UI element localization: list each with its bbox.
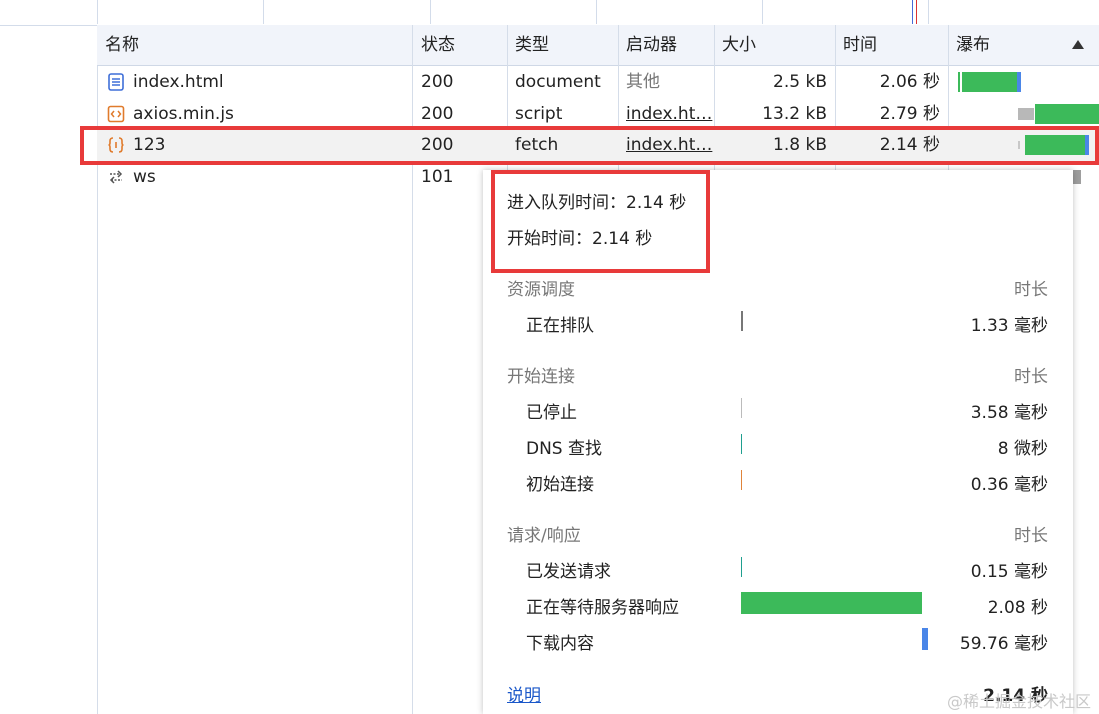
waterfall-waiting-bar [1035,104,1099,124]
watermark: @稀土掘金技术社区 [946,692,1091,711]
overview-gridline [928,0,929,24]
waterfall-download-bar [1017,72,1021,92]
timing-bar-initial-connection [741,470,742,490]
duration-label: 时长 [1014,367,1048,387]
request-initiator: 其他 [626,72,660,92]
timing-label-stalled: 已停止 [526,403,577,423]
timing-bar-dns [741,434,742,454]
section-title-request-response: 请求/响应 [507,526,581,546]
request-row[interactable]: index.html 200 document 其他 2.5 kB 2.06 秒 [97,66,1099,98]
request-name[interactable]: index.html [125,66,413,98]
scrollbar-thumb[interactable] [1073,170,1081,184]
request-name[interactable]: ws [125,161,413,193]
column-header-type[interactable]: 类型 [507,25,618,65]
column-header-name[interactable]: 名称 [97,25,413,65]
timing-value-request-sent: 0.15 毫秒 [970,562,1048,582]
request-size: 2.5 kB [773,72,827,92]
script-icon [107,105,125,123]
timing-value-content-download: 59.76 毫秒 [959,634,1048,654]
highlight-box-start-times [491,170,710,273]
websocket-icon [109,170,123,184]
timing-bar-queueing [741,311,743,331]
timing-value-initial-connection: 0.36 毫秒 [970,475,1048,495]
timing-bar-waiting [741,592,922,614]
timing-value-queueing: 1.33 毫秒 [970,316,1048,336]
highlight-box-row [80,126,1099,165]
timing-value-waiting: 2.08 秒 [987,598,1048,618]
column-header-time[interactable]: 时间 [835,25,948,65]
overview-gridline [430,0,431,24]
explanation-link[interactable]: 说明 [507,681,541,706]
duration-label: 时长 [1014,526,1048,546]
overview-gridline [762,0,763,24]
overview-gridline [596,0,597,24]
request-status: 200 [421,72,454,92]
timing-value-dns: 8 微秒 [997,439,1048,459]
request-type: document [515,72,601,92]
sort-ascending-icon[interactable] [1072,40,1084,50]
waterfall-queue-bar [958,72,960,92]
overview-timeline[interactable] [0,0,1099,26]
duration-label: 时长 [1014,280,1048,300]
overview-gridline [97,0,98,24]
timing-bar-request-sent [741,557,742,577]
waterfall-stalled-bar [1018,108,1034,120]
timing-label-dns: DNS 查找 [526,439,603,459]
timing-label-request-sent: 已发送请求 [526,562,611,582]
load-event-marker [916,0,917,24]
column-header-size[interactable]: 大小 [714,25,835,65]
timing-label-queueing: 正在排队 [526,316,594,336]
document-icon [108,73,124,91]
dom-content-loaded-marker [912,0,913,24]
section-title-scheduling: 资源调度 [507,280,575,300]
overview-gridline [263,0,264,24]
section-title-connection: 开始连接 [507,367,575,387]
timing-bar-content-download [922,628,928,650]
timing-label-waiting: 正在等待服务器响应 [526,598,679,618]
column-header-initiator[interactable]: 启动器 [618,25,714,65]
request-time: 2.06 秒 [879,72,940,92]
timing-bar-stalled [741,398,742,418]
timing-label-content-download: 下载内容 [526,634,594,654]
waterfall-waiting-bar [962,72,1017,92]
timing-value-stalled: 3.58 毫秒 [970,403,1048,423]
timing-label-initial-connection: 初始连接 [526,475,594,495]
column-header-status[interactable]: 状态 [413,25,507,65]
